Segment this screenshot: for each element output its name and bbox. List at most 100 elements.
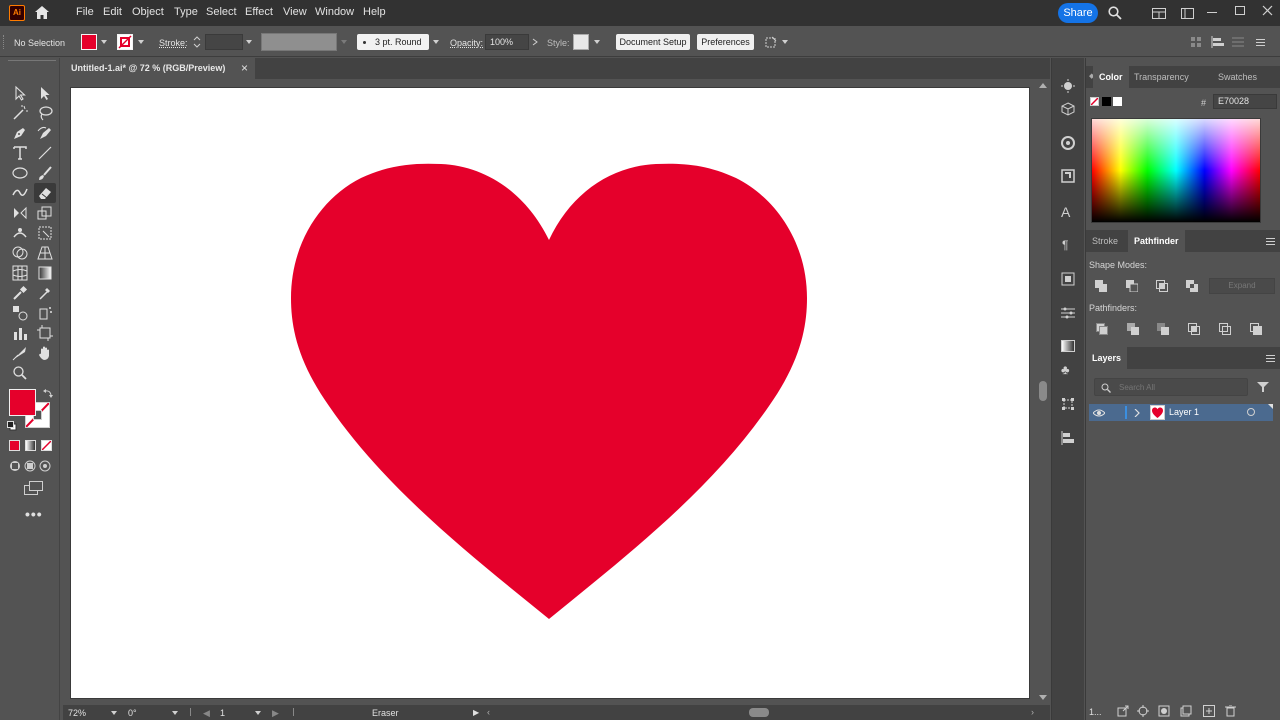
horizontal-scroll-right-icon[interactable]: › bbox=[1031, 707, 1034, 717]
document-setup-button[interactable]: Document Setup bbox=[616, 34, 690, 50]
search-icon[interactable] bbox=[1108, 6, 1122, 20]
trim-icon[interactable] bbox=[1127, 323, 1139, 335]
appearance-icon[interactable] bbox=[1061, 136, 1075, 150]
control-bar-grip[interactable] bbox=[3, 35, 5, 49]
shaper-tool-icon[interactable] bbox=[12, 185, 28, 201]
artboard-dropdown-icon[interactable] bbox=[255, 711, 261, 715]
last-artboard-icon[interactable] bbox=[286, 708, 294, 716]
line-segment-tool-icon[interactable] bbox=[37, 145, 53, 161]
toolbar-collapse-icon[interactable] bbox=[8, 60, 56, 64]
fill-dropdown-icon[interactable] bbox=[101, 40, 107, 44]
visibility-eye-icon[interactable] bbox=[1093, 408, 1105, 418]
none-mode-icon[interactable] bbox=[41, 440, 52, 451]
character-icon[interactable]: A bbox=[1061, 204, 1070, 220]
quick-actions-dropdown-icon[interactable] bbox=[782, 40, 788, 44]
libraries-icon[interactable] bbox=[1061, 272, 1075, 286]
delete-layer-icon[interactable] bbox=[1225, 705, 1236, 717]
shape-builder-tool-icon[interactable] bbox=[12, 245, 28, 261]
minimize-icon[interactable] bbox=[1207, 12, 1217, 13]
previous-artboard-icon[interactable]: ◀ bbox=[203, 708, 210, 719]
3d-icon[interactable] bbox=[1061, 102, 1075, 116]
scroll-up-icon[interactable] bbox=[1039, 83, 1047, 88]
eyedropper-tool-icon[interactable] bbox=[37, 285, 53, 301]
expand-layer-icon[interactable] bbox=[1134, 409, 1140, 417]
opacity-input[interactable]: 100% bbox=[485, 34, 529, 50]
screen-mode-icon[interactable] bbox=[24, 481, 44, 495]
intersect-icon[interactable] bbox=[1156, 280, 1168, 292]
new-sublayer-icon[interactable] bbox=[1180, 705, 1192, 717]
layer-row[interactable]: Layer 1 bbox=[1089, 404, 1273, 421]
transform-panel-icon[interactable] bbox=[1061, 397, 1075, 411]
rotation-dropdown-icon[interactable] bbox=[172, 711, 178, 715]
arrange-documents-icon[interactable] bbox=[1152, 8, 1166, 19]
artboard[interactable] bbox=[71, 88, 1029, 698]
stroke-swatch[interactable] bbox=[117, 34, 133, 50]
heart-shape[interactable] bbox=[71, 88, 1029, 698]
horizontal-scroll-thumb[interactable] bbox=[749, 708, 769, 717]
opacity-expand-icon[interactable] bbox=[532, 38, 538, 46]
default-fill-stroke-icon[interactable] bbox=[7, 421, 17, 431]
style-dropdown-icon[interactable] bbox=[594, 40, 600, 44]
tab-swatches[interactable]: Swatches bbox=[1212, 66, 1263, 88]
swap-fill-stroke-icon[interactable] bbox=[43, 388, 53, 398]
draw-normal-icon[interactable] bbox=[9, 460, 21, 472]
menu-type[interactable]: Type bbox=[174, 6, 198, 18]
clipping-mask-icon[interactable] bbox=[1158, 705, 1170, 717]
scroll-thumb[interactable] bbox=[1039, 381, 1047, 401]
align-to-icon[interactable] bbox=[1190, 36, 1202, 48]
paintbrush-tool-icon[interactable] bbox=[37, 165, 53, 181]
align-panel-icon[interactable] bbox=[1061, 431, 1075, 445]
eraser-tool-active[interactable] bbox=[34, 183, 56, 203]
fill-swatch[interactable] bbox=[81, 34, 97, 50]
perspective-grid-tool-icon[interactable] bbox=[37, 245, 53, 261]
menu-window[interactable]: Window bbox=[315, 6, 354, 18]
hand-tool-icon[interactable] bbox=[37, 345, 53, 361]
brush-definition[interactable]: 3 pt. Round bbox=[357, 34, 429, 50]
stroke-weight-input[interactable] bbox=[205, 34, 243, 50]
preferences-button[interactable]: Preferences bbox=[697, 34, 754, 50]
control-bar-menu-icon[interactable] bbox=[1256, 39, 1265, 46]
tab-transparency[interactable]: Transparency bbox=[1128, 66, 1195, 88]
menu-help[interactable]: Help bbox=[363, 6, 386, 18]
home-icon[interactable] bbox=[34, 5, 50, 20]
menu-object[interactable]: Object bbox=[132, 6, 164, 18]
scale-tool-icon[interactable] bbox=[37, 205, 53, 221]
rotate-tool-icon[interactable] bbox=[12, 205, 28, 221]
color-mode-icon[interactable] bbox=[9, 440, 20, 451]
share-button[interactable]: Share bbox=[1058, 3, 1098, 23]
selection-tool-icon[interactable] bbox=[12, 85, 28, 101]
rotation-value[interactable]: 0° bbox=[128, 708, 137, 718]
hex-input[interactable]: E70028 bbox=[1213, 94, 1277, 109]
draw-behind-icon[interactable] bbox=[24, 460, 36, 472]
eyedropper-tool-icon-alt[interactable] bbox=[12, 285, 28, 301]
symbol-sprayer-tool-icon[interactable] bbox=[37, 305, 53, 321]
mesh-tool-icon[interactable] bbox=[12, 265, 28, 281]
document-tab[interactable]: Untitled-1.ai* @ 72 % (RGB/Preview) × bbox=[63, 58, 255, 79]
pen-tool-icon[interactable] bbox=[12, 125, 28, 141]
variable-width-dropdown-icon[interactable] bbox=[341, 40, 347, 44]
paragraph-icon[interactable]: ¶ bbox=[1062, 238, 1068, 252]
color-spectrum[interactable] bbox=[1091, 118, 1261, 223]
direct-selection-tool-icon[interactable] bbox=[37, 85, 53, 101]
status-menu-icon[interactable]: ▶ bbox=[473, 708, 479, 717]
color-none-swatch[interactable] bbox=[1090, 97, 1099, 106]
layers-search-field[interactable] bbox=[1094, 378, 1248, 396]
vertical-scrollbar[interactable] bbox=[1036, 79, 1050, 705]
fill-indicator[interactable] bbox=[9, 389, 36, 416]
slice-tool-icon[interactable] bbox=[12, 345, 28, 361]
zoom-value[interactable]: 72% bbox=[68, 708, 86, 718]
edit-toolbar-icon[interactable]: ••• bbox=[25, 506, 43, 522]
ellipse-tool-icon[interactable] bbox=[12, 165, 28, 181]
curvature-tool-icon[interactable] bbox=[37, 125, 53, 141]
menu-effect[interactable]: Effect bbox=[245, 6, 273, 18]
stroke-label[interactable]: Stroke: bbox=[159, 38, 188, 48]
horizontal-scroll-left-icon[interactable]: ‹ bbox=[487, 707, 490, 717]
tab-color[interactable]: Color bbox=[1093, 66, 1129, 88]
gradient-tool-icon[interactable] bbox=[37, 265, 53, 281]
scroll-down-icon[interactable] bbox=[1039, 695, 1047, 700]
blend-tool-icon[interactable] bbox=[12, 305, 28, 321]
locate-object-icon[interactable] bbox=[1137, 705, 1149, 717]
menu-view[interactable]: View bbox=[283, 6, 307, 18]
free-transform-tool-icon[interactable] bbox=[37, 225, 53, 241]
stroke-weight-dropdown-icon[interactable] bbox=[246, 40, 252, 44]
